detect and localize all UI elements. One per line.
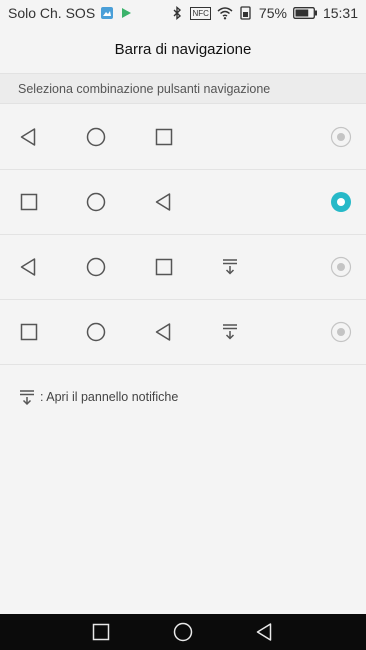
system-navigation-bar — [0, 614, 366, 650]
home-circle-icon — [86, 127, 106, 147]
section-label: Seleziona combinazione pulsanti navigazi… — [18, 81, 271, 96]
back-triangle-icon — [20, 128, 36, 146]
radio-unselected-icon[interactable] — [330, 126, 352, 148]
home-circle-icon — [86, 322, 106, 342]
status-left: Solo Ch. SOS — [8, 5, 133, 21]
radio-unselected-icon[interactable] — [330, 321, 352, 343]
recent-square-icon — [155, 258, 173, 276]
app-bar: Barra di navigazione — [0, 26, 366, 72]
back-triangle-icon — [155, 323, 171, 341]
system-home-circle-icon[interactable] — [172, 621, 194, 643]
legend-text: : Apri il pannello notifiche — [40, 390, 179, 404]
nfc-icon: NFC — [190, 6, 211, 20]
battery-icon — [293, 7, 317, 19]
home-circle-icon — [86, 257, 106, 277]
back-triangle-icon — [20, 258, 36, 276]
option-row-1[interactable] — [0, 105, 366, 170]
navigation-options-list — [0, 105, 366, 365]
option-row-2[interactable] — [0, 170, 366, 235]
section-header: Seleziona combinazione pulsanti navigazi… — [0, 73, 366, 104]
option-row-4[interactable] — [0, 300, 366, 365]
notification-pull-icon — [20, 390, 34, 406]
page-title: Barra di navigazione — [114, 40, 252, 58]
sim-signal-icon — [240, 6, 251, 20]
system-back-triangle-icon[interactable] — [254, 621, 276, 643]
carrier-label: Solo Ch. SOS — [8, 5, 96, 21]
recent-square-icon — [20, 193, 38, 211]
bluetooth-icon — [173, 6, 182, 20]
battery-percent: 75% — [258, 5, 287, 21]
home-circle-icon — [86, 192, 106, 212]
radio-selected-icon[interactable] — [330, 191, 352, 213]
gallery-notification-icon — [101, 7, 114, 19]
legend: : Apri il pannello notifiche — [18, 388, 178, 406]
recent-square-icon — [20, 323, 38, 341]
system-recent-square-icon[interactable] — [90, 621, 112, 643]
notification-pull-icon — [223, 324, 237, 340]
status-bar: Solo Ch. SOS NFC 75% 15:31 — [0, 0, 366, 26]
back-triangle-icon — [155, 193, 171, 211]
wifi-icon — [217, 7, 233, 20]
play-store-notification-icon — [122, 8, 132, 18]
status-right: NFC 75% 15:31 — [170, 5, 358, 21]
notification-pull-icon — [223, 259, 237, 275]
clock: 15:31 — [322, 5, 358, 21]
option-row-3[interactable] — [0, 235, 366, 300]
recent-square-icon — [155, 128, 173, 146]
radio-unselected-icon[interactable] — [330, 256, 352, 278]
